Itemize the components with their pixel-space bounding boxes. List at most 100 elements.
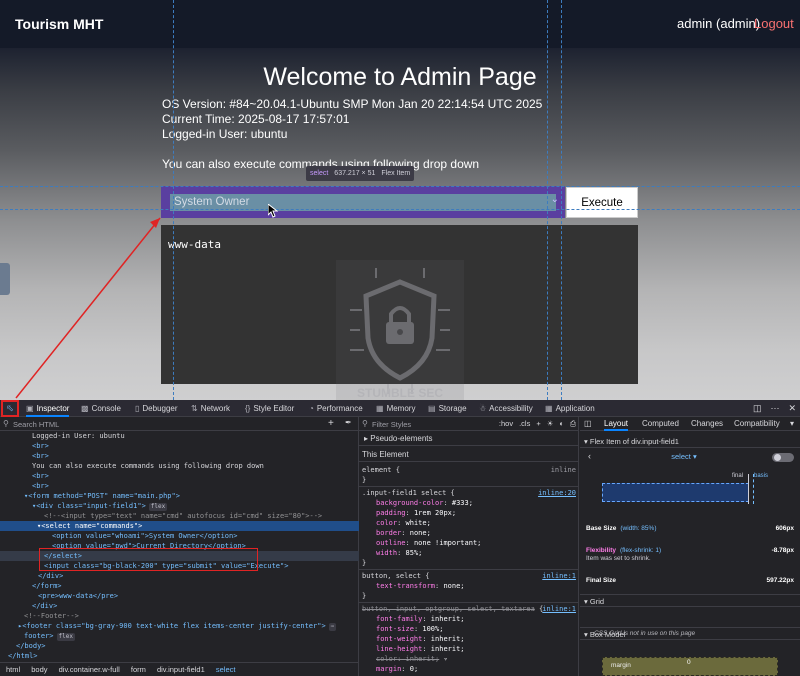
breadcrumb-item[interactable]: html [6,665,20,674]
add-rule-icon[interactable]: + [536,419,540,429]
rule-element[interactable]: element {inline [362,465,578,475]
dock-side-icon[interactable]: ◫ [753,403,762,414]
markup-line[interactable]: <option value="whoami">System Owner</opt… [0,531,359,541]
rule-prop[interactable]: border: none; [362,528,578,538]
eyedropper-icon[interactable]: ✒ [345,418,352,427]
style-editor-icon: {} [245,404,251,413]
markup-line[interactable]: ▸<footer class="bg-gray-900 text-white f… [0,621,359,631]
tab-accessibility[interactable]: ☃ Accessibility [479,400,533,417]
rule-selector[interactable]: button, select {inline:1 [362,571,578,581]
rule-prop[interactable]: font-weight: inherit; [362,634,578,644]
brand-logo[interactable]: Tourism MHT [15,16,103,32]
tab-changes[interactable]: Changes [691,417,723,431]
rule-prop[interactable]: color: white; [362,518,578,528]
rule-divider [359,602,579,603]
markup-line[interactable]: <br> [0,481,359,491]
element-picker-button[interactable]: ⬁ [1,400,19,417]
breadcrumb-item[interactable]: div.input-field1 [157,665,205,674]
close-icon[interactable]: ✕ [788,403,796,414]
tab-memory[interactable]: ▦ Memory [376,400,415,417]
rule-selector[interactable]: .input-field1 select {inline:20 [362,488,578,498]
markup-line[interactable]: footer> flex [0,631,359,641]
rule-prop[interactable]: width: 85%; [362,548,578,558]
tab-style-editor[interactable]: {} Style Editor [245,400,294,417]
rule-prop[interactable]: font-size: 100%; [362,624,578,634]
tab-storage[interactable]: ▤ Storage [428,400,467,417]
breadcrumb-item-active[interactable]: select [216,665,236,674]
rules-view: ⚲ Filter Styles :hov .cls + ☀ ◐ ⎙ ▸ Pseu… [359,417,579,676]
markup-line[interactable]: <br> [0,471,359,481]
rules-filter-bar[interactable]: ⚲ Filter Styles :hov .cls + ☀ ◐ ⎙ [359,417,579,431]
rule-source-link[interactable]: inline:20 [538,488,576,498]
rule-prop[interactable]: font-family: inherit; [362,614,578,624]
rule-prop[interactable]: line-height: inherit; [362,644,578,654]
markup-line[interactable]: </div> [0,601,359,611]
markup-line[interactable]: <!--<input type="text" name="cmd" autofo… [0,511,359,521]
side-panel-handle[interactable] [0,263,10,295]
add-node-icon[interactable]: + [328,418,334,429]
rule-prop[interactable]: padding: 1rem 20px; [362,508,578,518]
markup-line-selected[interactable]: ▾<select name="commands"> [0,521,359,531]
tab-console[interactable]: ▩ Console [81,400,121,417]
margin-label: margin [611,662,631,669]
tab-application[interactable]: ▦ Application [545,400,595,417]
rule-prop[interactable]: background-color: #333; [362,498,578,508]
markup-line[interactable]: Logged-in User: ubuntu [0,431,359,441]
markup-line[interactable]: You can also execute commands using foll… [0,461,359,471]
flex-item-select[interactable]: select ▾ [580,452,788,461]
tab-layout[interactable]: Layout [604,417,629,431]
markup-line[interactable]: <!--Footer--> [0,611,359,621]
light-theme-icon[interactable]: ☀ [547,419,554,429]
chevron-down-icon[interactable]: ⌄ [551,194,559,205]
sidebar-toggle-icon[interactable]: ◫ [584,417,592,431]
flex-item-header[interactable]: ▾ Flex Item of div.input-field1 [580,435,800,448]
breadcrumb-item[interactable]: div.container.w-full [59,665,120,674]
filter-styles-input[interactable]: Filter Styles [372,420,411,429]
markup-line[interactable]: </div> [0,571,359,581]
rule-prop[interactable]: text-transform: none; [362,581,578,591]
flex-badge[interactable]: flex [148,503,168,511]
rule-source-link[interactable]: inline:1 [542,571,576,581]
markup-line[interactable]: </form> [0,581,359,591]
tab-label: Memory [386,404,416,413]
markup-line[interactable]: <br> [0,441,359,451]
print-icon[interactable]: ⎙ [570,419,576,429]
ellipsis-badge[interactable]: ⋯ [328,623,337,631]
flex-highlight-toggle[interactable] [772,453,794,462]
markup-line[interactable]: <br> [0,451,359,461]
tab-network[interactable]: ⇅ Network [191,400,230,417]
rule-prop[interactable]: outline: none !important; [362,538,578,548]
tab-compatibility[interactable]: Compatibility [734,417,780,431]
flex-badge[interactable]: flex [56,633,75,641]
breadcrumb-item[interactable]: body [31,665,47,674]
box-model-header[interactable]: ▾ Box Model [580,627,800,640]
tab-debugger[interactable]: ▯ Debugger [135,400,178,417]
tab-performance[interactable]: ◔ Performance [309,400,363,417]
markup-line[interactable]: ▾<form method="POST" name="main.php"> [0,491,359,501]
markup-line[interactable]: </html> [0,651,359,661]
markup-line[interactable]: </body> [0,641,359,651]
hov-toggle[interactable]: :hov [499,419,513,429]
rule-prop[interactable]: margin: 0; [362,664,578,674]
more-options-icon[interactable]: ⋯ [770,403,779,414]
margin-value[interactable]: 0 [687,659,691,666]
rule-close: } [362,559,367,567]
rule-source-link[interactable]: inline:1 [542,604,576,614]
tab-inspector[interactable]: ▣ Inspector [26,400,70,417]
markup-search-bar[interactable]: ⚲ Search HTML + ✒ [0,417,359,431]
logout-link[interactable]: Logout [754,16,794,31]
pseudo-elements-toggle[interactable]: ▸ Pseudo-elements [359,431,579,446]
breadcrumb-item[interactable]: form [131,665,146,674]
base-size-row: Base Size (width: 85%) 606px [586,525,794,532]
markup-search-input[interactable]: Search HTML [13,420,59,429]
rule-prop-overridden[interactable]: color: inherit; ▿ [362,654,578,664]
grid-header[interactable]: ▾ Grid [580,594,800,607]
execute-button[interactable]: Execute [566,187,638,218]
chevron-down-icon[interactable]: ▾ [790,417,794,431]
dark-theme-icon[interactable]: ◐ [559,419,564,429]
rule-selector[interactable]: button, input, optgroup, select, textare… [362,604,578,614]
cls-toggle[interactable]: .cls [519,419,530,429]
markup-line[interactable]: ▾<div class="input-field1"> flex [0,501,359,511]
tab-computed[interactable]: Computed [642,417,679,431]
markup-line[interactable]: <pre>www-data</pre> [0,591,359,601]
